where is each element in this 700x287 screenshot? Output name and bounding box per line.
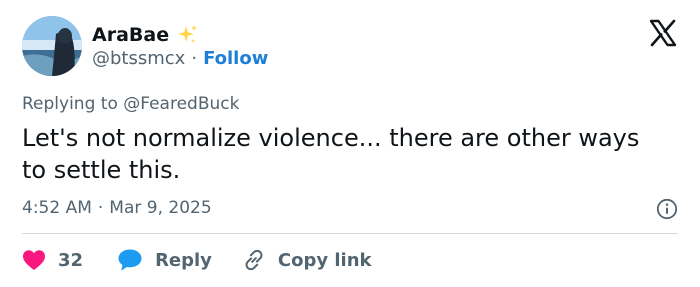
action-bar: 32 Reply Copy link (22, 245, 372, 275)
avatar-image (22, 16, 82, 76)
sparkle-icon (178, 25, 198, 43)
x-logo-icon[interactable] (648, 18, 678, 48)
speech-bubble-icon (118, 249, 142, 271)
like-button[interactable]: 32 (22, 249, 83, 271)
timestamp-separator: · (97, 198, 104, 218)
author-handle-row: @btssmcx · Follow (92, 48, 268, 69)
copy-link-label: Copy link (277, 249, 372, 271)
tweet-timestamp[interactable]: 4:52 AM · Mar 9, 2025 (22, 198, 212, 218)
reply-label: Reply (155, 249, 212, 271)
display-name[interactable]: AraBae (92, 24, 169, 46)
heart-icon (23, 250, 45, 270)
tweet-text: Let's not normalize violence... there ar… (22, 124, 640, 184)
divider (22, 233, 678, 234)
reply-button[interactable]: Reply (117, 248, 212, 272)
follow-button[interactable]: Follow (203, 48, 268, 69)
author-name-row: AraBae (92, 22, 199, 48)
reply-context: Replying to @FearedBuck (22, 94, 240, 114)
handle-separator: · (191, 48, 198, 69)
avatar[interactable] (22, 16, 82, 76)
link-icon (245, 249, 263, 271)
author-handle[interactable]: @btssmcx (92, 48, 185, 69)
copy-link-button[interactable]: Copy link (242, 248, 372, 272)
tweet-date: Mar 9, 2025 (109, 198, 212, 218)
info-icon[interactable] (656, 198, 678, 220)
like-count: 32 (58, 249, 84, 271)
tweet-time: 4:52 AM (22, 198, 92, 218)
